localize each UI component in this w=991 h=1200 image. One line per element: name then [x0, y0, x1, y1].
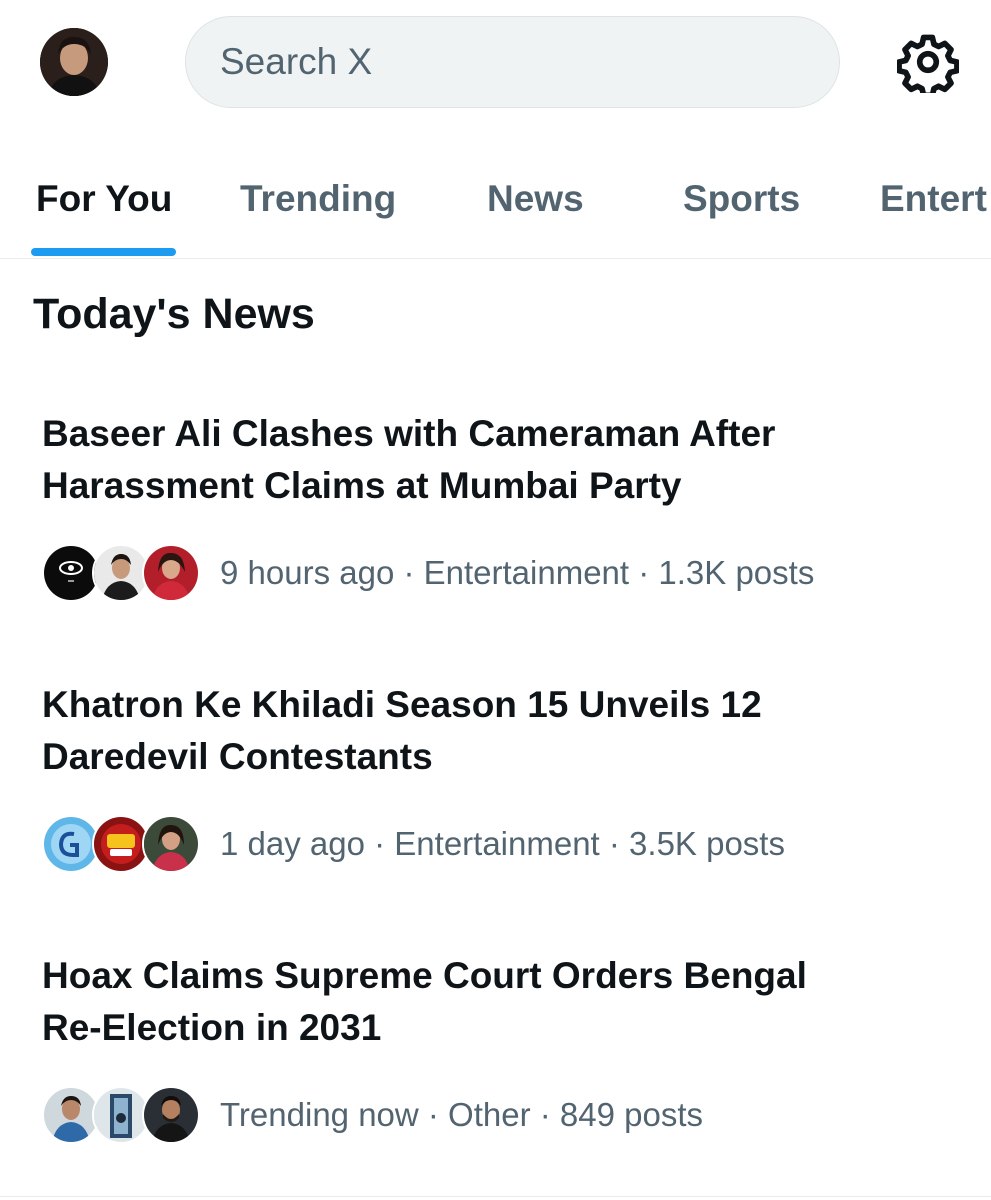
- news-meta-text: Trending now · Other · 849 posts: [220, 1096, 704, 1133]
- top-header: [0, 0, 991, 125]
- news-meta: 1 day ago · Entertainment · 3.5K posts: [42, 815, 785, 873]
- source-avatars: [42, 1086, 202, 1144]
- news-item[interactable]: Hoax Claims Supreme Court Orders Bengal …: [42, 950, 942, 1144]
- tab-news[interactable]: News: [487, 178, 584, 220]
- divider: [0, 1196, 991, 1197]
- source-avatar: [142, 544, 200, 602]
- tab-for-you[interactable]: For You: [36, 178, 172, 220]
- news-meta: 9 hours ago · Entertainment · 1.3K posts: [42, 544, 814, 602]
- tab-bar: For You Trending News Sports Entert: [0, 158, 991, 259]
- tab-trending[interactable]: Trending: [240, 178, 396, 220]
- news-item[interactable]: Baseer Ali Clashes with Cameraman After …: [42, 408, 942, 602]
- tab-sports[interactable]: Sports: [683, 178, 800, 220]
- source-avatar: [142, 815, 200, 873]
- news-headline[interactable]: Khatron Ke Khiladi Season 15 Unveils 12 …: [42, 679, 862, 783]
- tab-entertainment[interactable]: Entert: [880, 178, 987, 220]
- search-input[interactable]: [218, 40, 782, 84]
- section-title: Today's News: [33, 290, 315, 338]
- profile-avatar[interactable]: [40, 28, 108, 96]
- news-headline[interactable]: Hoax Claims Supreme Court Orders Bengal …: [42, 950, 862, 1054]
- news-headline[interactable]: Baseer Ali Clashes with Cameraman After …: [42, 408, 862, 512]
- source-avatars: [42, 815, 202, 873]
- active-tab-indicator: [31, 248, 176, 256]
- news-meta-text: 9 hours ago · Entertainment · 1.3K posts: [220, 554, 815, 591]
- news-meta-text: 1 day ago · Entertainment · 3.5K posts: [220, 825, 785, 862]
- search-bar[interactable]: [185, 16, 840, 108]
- gear-icon[interactable]: [897, 31, 959, 93]
- source-avatar: [142, 1086, 200, 1144]
- news-item[interactable]: Khatron Ke Khiladi Season 15 Unveils 12 …: [42, 679, 942, 873]
- source-avatars: [42, 544, 202, 602]
- news-meta: Trending now · Other · 849 posts: [42, 1086, 703, 1144]
